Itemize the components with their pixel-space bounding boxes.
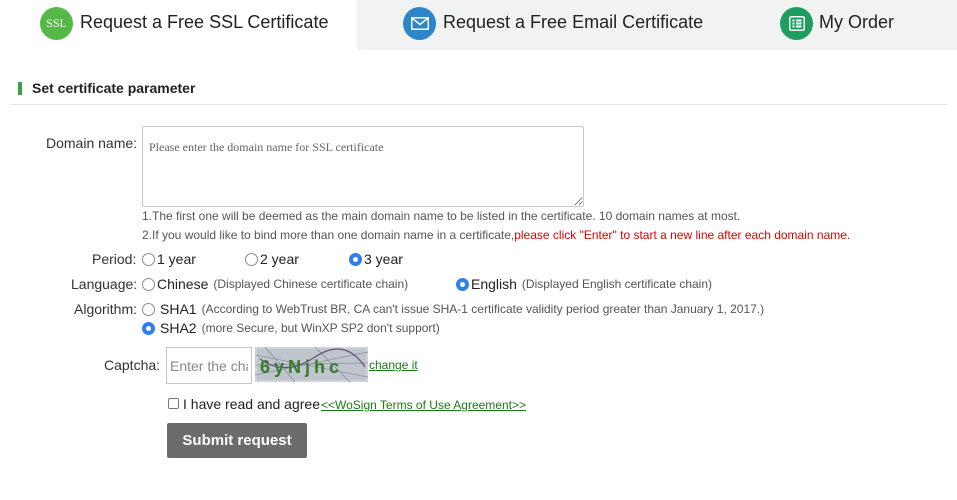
domain-hint-1: 1.The first one will be deemed as the ma… (142, 209, 741, 223)
period-option-2-year[interactable]: 2 year (245, 251, 299, 267)
agreement-label: I have read and agree (183, 396, 320, 412)
tab-my-order[interactable]: My Order (733, 0, 957, 50)
language-option-english[interactable]: English (Displayed English certificate ch… (456, 276, 712, 292)
domain-hint-2: 2.If you would like to bind more than on… (142, 228, 850, 242)
language-option-note: (Displayed English certificate chain) (521, 277, 713, 291)
domain-hint-2-warning: please click "Enter" to start a new line… (514, 228, 851, 242)
divider (10, 104, 947, 105)
language-option-label: English (471, 276, 517, 292)
algorithm-option-sha1[interactable]: SHA1 (According to WebTrust BR, CA can't … (142, 301, 764, 317)
period-option-3-year[interactable]: 3 year (349, 251, 403, 267)
period-option-label: 2 year (260, 251, 299, 267)
terms-of-use-link[interactable]: <<WoSign Terms of Use Agreement>> (321, 398, 526, 412)
agreement-text: I have read and agree<<WoSign Terms of U… (183, 396, 526, 412)
tab-label: Request a Free SSL Certificate (80, 12, 329, 32)
submit-request-button[interactable]: Submit request (167, 423, 307, 458)
radio-selected-icon (349, 252, 362, 266)
language-option-label: Chinese (157, 276, 209, 292)
tab-bar: SSL Request a Free SSL Certificate Reque… (0, 0, 957, 50)
captcha-label: Captcha: (104, 357, 161, 373)
radio-selected-icon (142, 321, 155, 335)
domain-name-input[interactable] (142, 126, 584, 207)
order-list-icon (780, 7, 813, 40)
algorithm-label: Algorithm: (74, 301, 138, 317)
agreement-checkbox[interactable] (168, 398, 179, 409)
language-label: Language: (71, 276, 138, 292)
language-option-chinese[interactable]: Chinese (Displayed Chinese certificate ch… (142, 276, 408, 292)
period-option-label: 3 year (364, 251, 403, 267)
section-title: Set certificate parameter (32, 80, 196, 96)
tab-label: My Order (819, 12, 895, 32)
captcha-image-text: 6yNjhc (260, 357, 343, 377)
period-option-label: 1 year (157, 251, 196, 267)
radio-icon (142, 252, 155, 266)
envelope-icon (403, 7, 436, 40)
ssl-icon: SSL (40, 7, 73, 40)
domain-hint-2-text: 2.If you would like to bind more than on… (142, 228, 515, 242)
radio-icon (245, 252, 258, 266)
algorithm-option-label: SHA1 (160, 301, 197, 317)
section-accent-bar (18, 82, 22, 95)
change-captcha-link[interactable]: change it (369, 358, 418, 372)
captcha-input[interactable] (166, 347, 252, 384)
algorithm-option-sha2[interactable]: SHA2 (more Secure, but WinXP SP2 don't su… (142, 320, 440, 336)
algorithm-option-note: (more Secure, but WinXP SP2 don't suppor… (201, 321, 440, 335)
algorithm-option-note: (According to WebTrust BR, CA can't issu… (201, 302, 765, 316)
tab-email-certificate[interactable]: Request a Free Email Certificate (357, 0, 733, 50)
radio-icon (142, 302, 155, 316)
period-option-1-year[interactable]: 1 year (142, 251, 196, 267)
tab-label: Request a Free Email Certificate (443, 12, 704, 32)
language-option-note: (Displayed Chinese certificate chain) (213, 277, 409, 291)
tab-ssl-certificate[interactable]: SSL Request a Free SSL Certificate (0, 0, 357, 50)
radio-selected-icon (456, 277, 469, 291)
period-label: Period: (92, 251, 137, 267)
captcha-image[interactable]: 6yNjhc (255, 347, 368, 382)
radio-icon (142, 277, 155, 291)
domain-label: Domain name: (46, 135, 138, 151)
algorithm-option-label: SHA2 (160, 320, 197, 336)
